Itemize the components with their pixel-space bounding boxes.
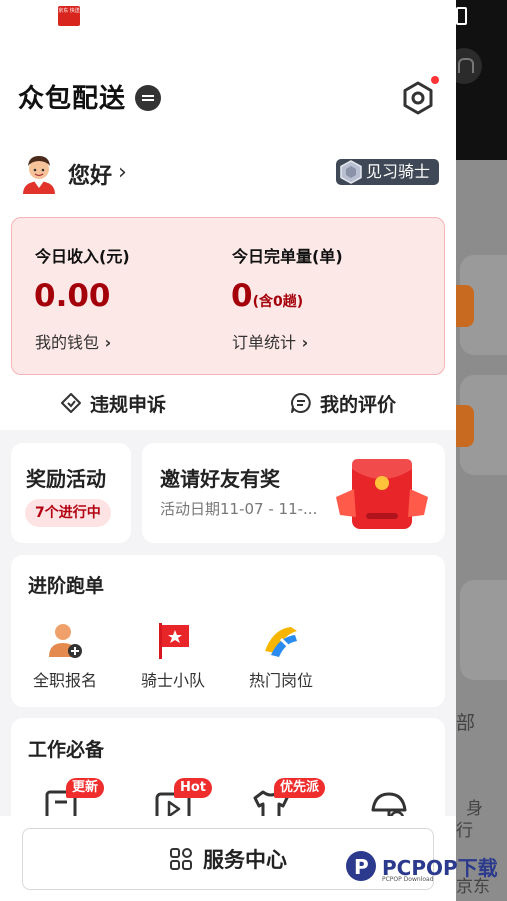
my-review-button[interactable]: 我的评价 [290, 390, 396, 416]
page-title: 众包配送 [18, 84, 127, 114]
invite-friends-card[interactable]: 邀请好友有奖 活动日期11-07 - 11-... [142, 443, 445, 543]
today-income-value: 0.00 [34, 278, 111, 314]
reward-activity-title: 奖励活动 [26, 467, 106, 491]
comment-icon [291, 393, 311, 413]
watermark-small-text: PCPOP Download [382, 876, 434, 883]
background-page-overlay[interactable]: 部 身 行 京东 [456, 0, 507, 901]
hot-position-label: 热门岗位 [248, 671, 313, 690]
fulltime-signup-item[interactable]: 全职报名 [15, 621, 115, 691]
hot-position-item[interactable]: 热门岗位 [231, 621, 331, 691]
side-drawer: 京东 快送 众包配送 您好 › 见习骑士 今日收入(元) 0.00 我的钱包 ›… [0, 0, 456, 901]
order-stats-link[interactable]: 订单统计 › [232, 329, 308, 353]
appeal-icon [61, 393, 81, 413]
priority-dispatch-tag: 优先派 [274, 778, 326, 798]
income-summary-card: 今日收入(元) 0.00 我的钱包 › 今日完单量(单) 0(含0趟) 订单统计… [11, 217, 445, 375]
greeting-text[interactable]: 您好 [68, 158, 112, 190]
invite-subtitle: 活动日期11-07 - 11-... [160, 500, 318, 518]
chevron-right-icon: › [99, 333, 112, 352]
today-trips-count: (含0趟) [252, 294, 304, 310]
hot-position-icon [265, 627, 297, 657]
order-stats-label: 订单统计 [232, 333, 297, 352]
appeal-button[interactable]: 违规申诉 [60, 390, 166, 416]
background-card [460, 580, 507, 680]
red-envelope-icon [336, 459, 428, 529]
background-text: 身 [466, 799, 483, 819]
advance-title: 进阶跑单 [28, 575, 105, 597]
wallet-link[interactable]: 我的钱包 › [35, 329, 111, 353]
watermark-logo-icon: P [346, 851, 376, 881]
rider-team-flag-icon [159, 623, 189, 659]
work-essentials-title: 工作必备 [28, 739, 105, 761]
svg-text:P: P [354, 855, 369, 879]
grid-icon [170, 848, 192, 870]
update-tag: 更新 [66, 778, 105, 798]
avatar[interactable] [20, 152, 58, 194]
battery-icon [456, 7, 467, 25]
app-logo-icon: 京东 快送 [58, 6, 80, 26]
background-text: 部 [456, 712, 476, 734]
reward-activity-card[interactable]: 奖励活动 7个进行中 [11, 443, 131, 543]
my-review-label: 我的评价 [320, 393, 397, 416]
rider-team-item[interactable]: 骑士小队 [123, 621, 223, 691]
level-gem-icon [340, 160, 362, 184]
settings-icon[interactable] [400, 80, 436, 116]
reward-activity-badge: 7个进行中 [25, 499, 111, 527]
rider-level-badge[interactable]: 见习骑士 [336, 159, 439, 185]
watermark: P PCPOP下载 PCPOP Download [344, 846, 506, 890]
chevron-right-icon: › [296, 333, 309, 352]
appeal-label: 违规申诉 [90, 393, 167, 416]
wallet-link-label: 我的钱包 [35, 333, 100, 352]
notification-dot [431, 76, 439, 84]
invite-title: 邀请好友有奖 [160, 467, 280, 491]
rider-team-label: 骑士小队 [140, 671, 205, 690]
fulltime-signup-label: 全职报名 [32, 671, 97, 690]
service-center-label: 服务中心 [203, 848, 287, 872]
background-orange-button [456, 405, 474, 447]
level-badge-label: 见习骑士 [366, 162, 431, 181]
advance-orders-card: 进阶跑单 全职报名 骑士小队 热门岗位 [11, 555, 445, 707]
today-income-label: 今日收入(元) [35, 247, 130, 266]
switch-icon[interactable] [135, 85, 161, 111]
today-orders-label: 今日完单量(单) [232, 247, 343, 266]
today-orders-value: 0 [231, 278, 253, 314]
chevron-right-icon[interactable]: › [118, 160, 127, 185]
hot-tag: Hot [174, 778, 213, 798]
background-text: 行 [456, 821, 473, 841]
fulltime-signup-icon [49, 624, 82, 658]
background-orange-button [456, 285, 474, 327]
